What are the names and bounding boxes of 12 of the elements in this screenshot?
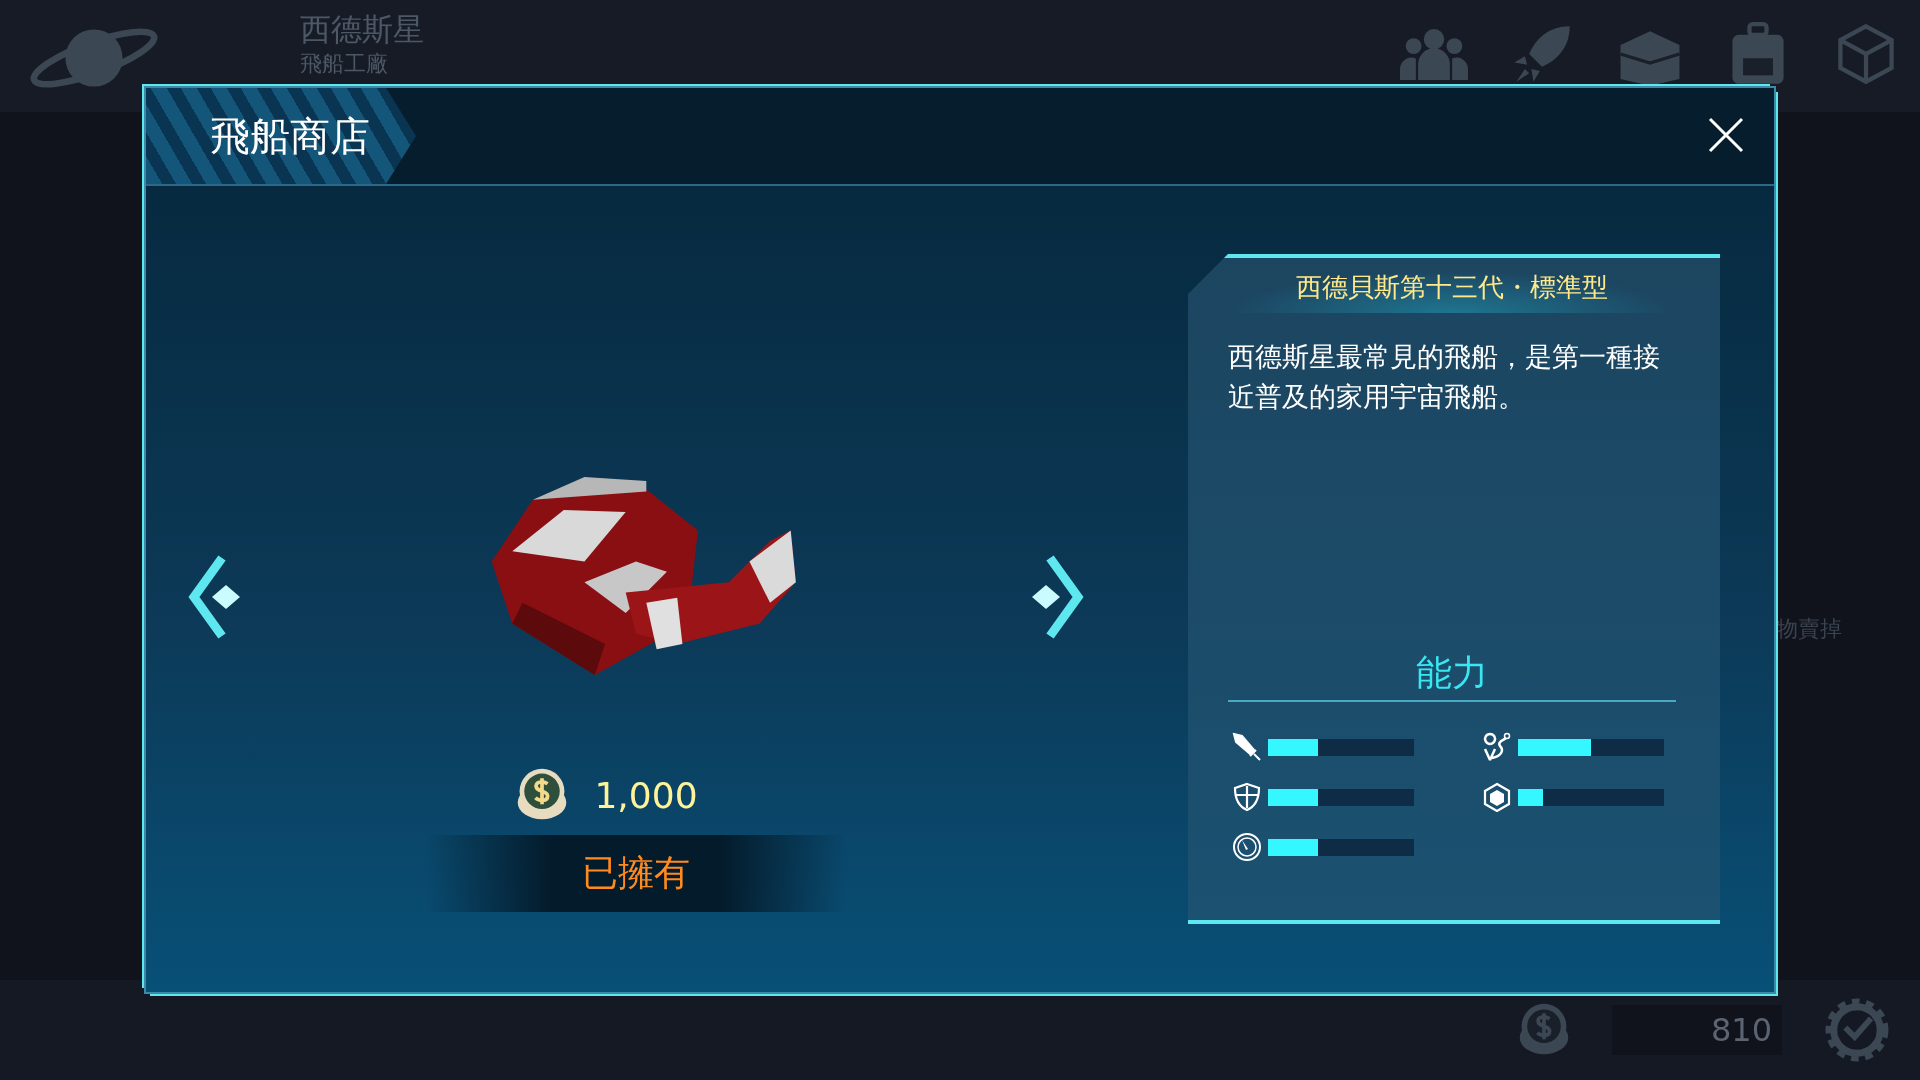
location-subtitle: 飛船工廠 <box>300 50 389 78</box>
sword-icon <box>1232 732 1262 762</box>
abilities-heading: 能力 <box>1228 649 1676 702</box>
route-pin-icon <box>1482 732 1512 762</box>
cube-icon <box>1482 782 1512 812</box>
location-title: 西德斯星 <box>300 10 424 49</box>
ship-description: 西德斯星最常見的飛船，是第一種接近普及的家用宇宙飛船。 <box>1228 340 1661 414</box>
gauge-icon <box>1232 832 1262 862</box>
price-text: 1,000 <box>594 774 698 816</box>
shield-icon <box>1232 782 1262 812</box>
coin-balance: 810 <box>1612 1005 1782 1055</box>
dialog-title: 飛船商店 <box>210 111 370 161</box>
